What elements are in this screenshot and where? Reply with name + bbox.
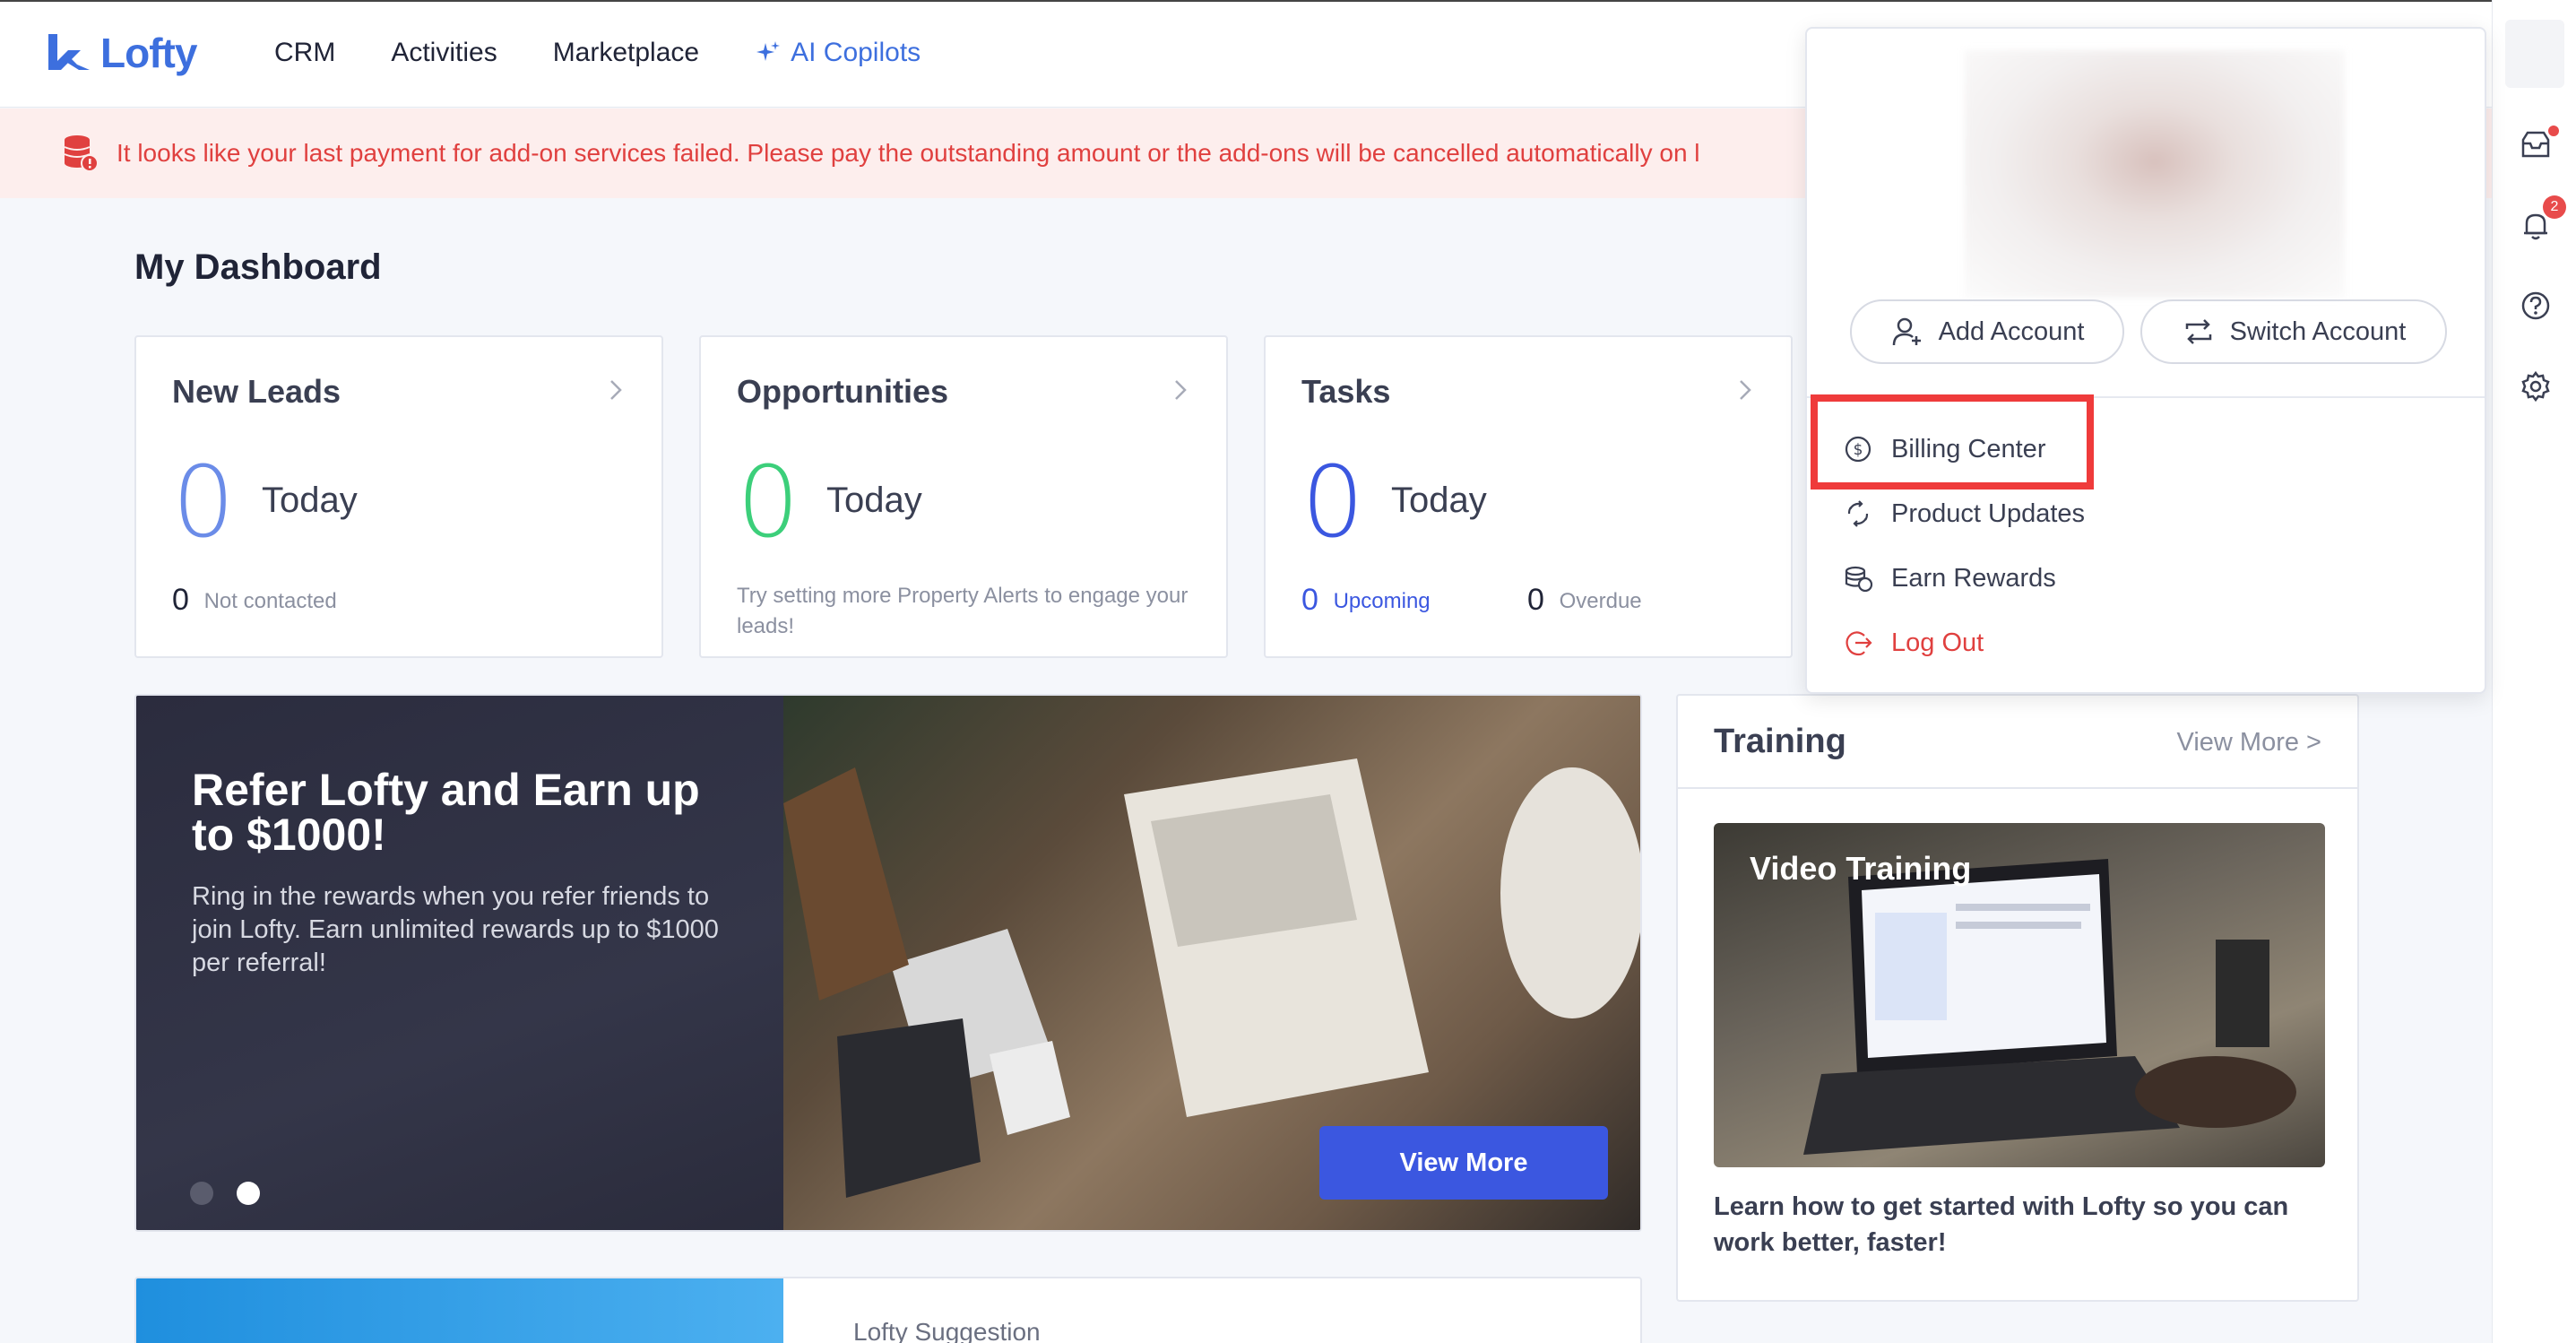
rail-avatar-slot[interactable] [2505,20,2564,88]
chevron-right-icon [1175,380,1187,400]
switch-account-button[interactable]: Switch Account [2140,299,2447,364]
notification-count-badge: 2 [2543,195,2566,219]
logout-icon [1846,631,1872,656]
lofty-logo[interactable]: Lofty [45,29,197,77]
training-description: Learn how to get started with Lofty so y… [1714,1192,2289,1257]
nav-activities[interactable]: Activities [391,38,497,68]
product-updates-label: Product Updates [1891,498,2086,528]
period-label: Today [1391,481,1487,520]
upcoming-count: 0 [1301,583,1318,617]
lofty-logo-icon [48,34,90,70]
switch-arrows-icon [2185,319,2211,344]
not-contacted-count: 0 [172,583,189,617]
sparkle-icon [756,41,781,61]
profile-avatar-blurred [1965,50,2345,298]
new-leads-card[interactable]: New Leads 0 Today 0 Not contacted [134,335,663,658]
refresh-icon [1847,500,1869,527]
overdue-count: 0 [1527,583,1544,617]
billing-center-highlight-box [1811,394,2094,490]
chevron-right-icon [610,380,622,400]
not-contacted-stat: 0 Not contacted [172,585,337,617]
training-panel: Training View More > Video Training Lear… [1676,694,2359,1302]
tasks-card[interactable]: Tasks 0 Today 0 Upcoming 0 Overdue [1264,335,1793,658]
overdue-label: Overdue [1559,589,1642,613]
gear-icon[interactable] [2519,369,2553,403]
training-header: Training View More > [1678,696,2357,789]
opportunities-count: 0 [737,445,800,559]
log-out-label: Log Out [1891,628,1984,657]
coins-icon [1845,566,1873,593]
log-out-menu-item[interactable]: Log Out [1843,628,1984,658]
add-user-icon [1892,317,1921,346]
right-utility-rail: 2 [2492,0,2576,1343]
main-nav: CRM Activities Marketplace AI Copilots [274,38,921,68]
opportunities-card[interactable]: Opportunities 0 Today Try setting more P… [699,335,1228,658]
referral-banner: Refer Lofty and Earn up to $1000! Ring i… [134,694,1642,1232]
chevron-right-icon [1740,380,1751,400]
suggestion-card: Lofty Suggestion [134,1277,1642,1343]
card-title: Opportunities [737,373,948,410]
carousel-dot-active[interactable] [237,1182,260,1205]
nav-marketplace[interactable]: Marketplace [553,38,699,68]
property-alerts-hint: Try setting more Property Alerts to enga… [737,584,1189,638]
nav-ai-copilots[interactable]: AI Copilots [755,38,921,68]
suggestion-label: Lofty Suggestion [853,1318,1041,1343]
earn-rewards-label: Earn Rewards [1891,563,2056,593]
training-title: Training [1714,723,1846,760]
product-updates-menu-item[interactable]: Product Updates [1843,498,2085,529]
upcoming-stat[interactable]: 0 Upcoming [1301,585,1431,617]
view-more-button[interactable]: View More [1319,1126,1608,1200]
nav-ai-copilots-label: AI Copilots [791,38,921,67]
banner-message: It looks like your last payment for add-… [117,139,1700,167]
help-icon[interactable] [2519,289,2553,323]
add-account-label: Add Account [1938,316,2085,346]
not-contacted-label: Not contacted [203,589,337,613]
upcoming-label: Upcoming [1333,589,1431,613]
payment-failed-icon [64,135,99,172]
page-title: My Dashboard [134,247,382,287]
overdue-stat[interactable]: 0 Overdue [1527,585,1642,617]
carousel-dot[interactable] [190,1182,213,1205]
period-label: Today [262,481,358,520]
earn-rewards-menu-item[interactable]: Earn Rewards [1843,563,2056,594]
card-title: Tasks [1301,373,1391,410]
period-label: Today [826,481,922,520]
card-title: New Leads [172,373,341,410]
carousel-dots [190,1182,260,1205]
account-dropdown-menu: Add Account Switch Account $ Billing Cen… [1805,27,2486,694]
banner-subtitle: Ring in the rewards when you refer frien… [192,882,719,977]
training-view-more-link[interactable]: View More > [2177,728,2321,758]
add-account-button[interactable]: Add Account [1850,299,2124,364]
tasks-count: 0 [1301,445,1364,559]
video-training-thumbnail[interactable]: Video Training [1714,823,2325,1167]
video-training-label: Video Training [1750,850,1972,887]
banner-title: Refer Lofty and Earn up to $1000! [192,765,700,860]
new-leads-count: 0 [172,445,235,559]
switch-account-label: Switch Account [2229,316,2407,346]
logo-text: Lofty [100,30,197,76]
suggestion-banner-image [136,1278,783,1343]
inbox-unread-dot [2548,126,2559,136]
nav-crm[interactable]: CRM [274,38,335,68]
